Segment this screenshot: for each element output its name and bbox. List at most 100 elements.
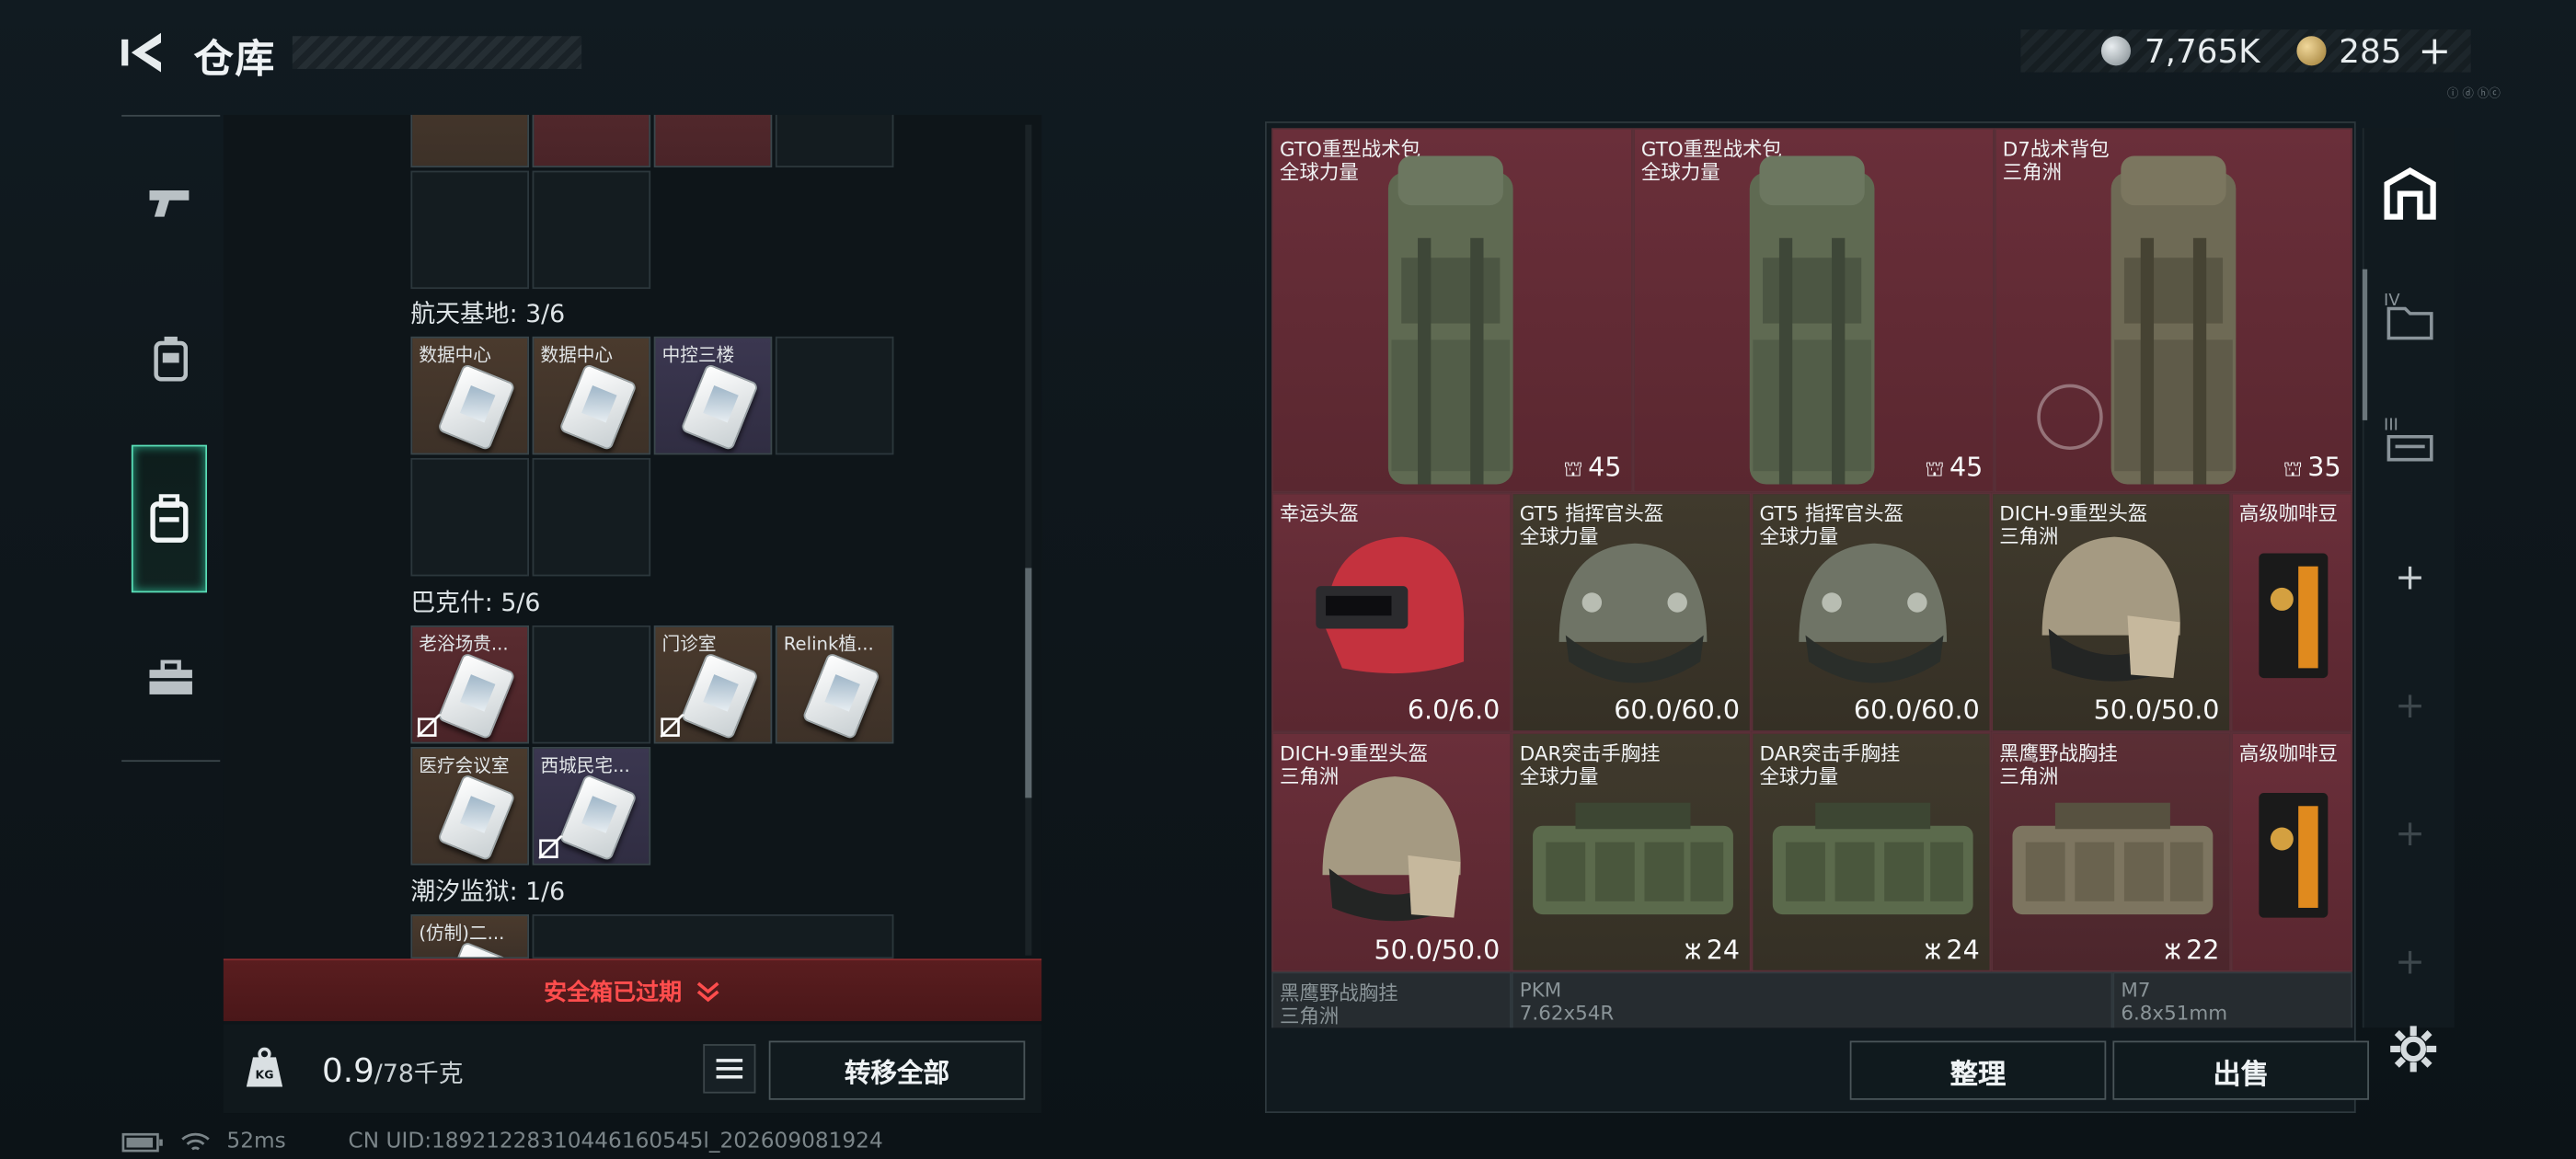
tab-roman-numeral: III bbox=[2384, 417, 2398, 435]
key-item[interactable] bbox=[532, 114, 651, 168]
silver-coin-icon bbox=[2101, 36, 2132, 66]
target-marker-icon bbox=[2037, 384, 2103, 451]
stash-item-helmet[interactable]: DICH-9重型头盔 三角洲 50.0/50.0 bbox=[1991, 492, 2231, 732]
coffee-bag-image bbox=[2259, 793, 2329, 918]
vest-icon: ⵣ bbox=[1685, 940, 1702, 966]
stash-item-helmet[interactable]: GT5 指挥官头盔 全球力量 60.0/60.0 bbox=[1751, 492, 1992, 732]
battery-icon bbox=[121, 1131, 163, 1152]
keycard-icon bbox=[680, 362, 759, 452]
section-title-prison: 潮汐监狱: 1/6 bbox=[410, 877, 566, 907]
key-item[interactable]: 数据中心 bbox=[410, 336, 529, 455]
toolbox-icon bbox=[149, 660, 192, 694]
key-item[interactable]: (仿制)二... bbox=[410, 914, 529, 959]
stash-item-helmet[interactable]: DICH-9重型头盔 三角洲 50.0/50.0 bbox=[1271, 731, 1512, 972]
chest-rig-image bbox=[2012, 802, 2214, 915]
wifi-icon bbox=[181, 1131, 210, 1150]
section-title-space-base: 航天基地: 3/6 bbox=[410, 298, 566, 328]
coffee-bag-image bbox=[2259, 553, 2329, 679]
empty-slot bbox=[775, 114, 894, 168]
vest-icon: ⵣ bbox=[1924, 940, 1942, 966]
tab-scroll-indicator bbox=[2362, 269, 2368, 420]
key-item[interactable]: 西城民宅... bbox=[532, 747, 651, 866]
empty-slot bbox=[410, 170, 529, 290]
weight-value: 0.9 bbox=[321, 1050, 374, 1091]
stash-item-weapon[interactable]: M7 6.8x51mm bbox=[2112, 971, 2353, 1028]
page-title: 仓库 bbox=[193, 36, 276, 83]
uid-text: CN UID:18921228310446160545l_20260908192… bbox=[348, 1129, 883, 1154]
weight-icon: KG bbox=[246, 1047, 283, 1087]
vest-icon: ⵣ bbox=[2164, 940, 2181, 966]
back-arrow-icon[interactable] bbox=[119, 27, 168, 79]
keycard-icon bbox=[801, 651, 881, 740]
gear-icon[interactable] bbox=[2386, 1021, 2442, 1077]
safe-box-expired-banner[interactable]: 安全箱已过期 bbox=[223, 958, 1042, 1022]
stash-item-chest-rig[interactable]: DAR突击手胸挂 全球力量 ⵣ 24 bbox=[1751, 731, 1992, 972]
chest-rig-image bbox=[1533, 802, 1733, 915]
helmet-image bbox=[1799, 543, 1948, 683]
stash-item-chest-rig[interactable]: 黑鹰野战胸挂 三角洲 ⵣ 22 bbox=[1991, 731, 2231, 972]
empty-slot bbox=[532, 457, 651, 577]
unlinked-icon bbox=[538, 835, 563, 859]
keycard-icon bbox=[558, 362, 638, 452]
key-item[interactable]: 医疗会议室 bbox=[410, 747, 529, 866]
stash-item-chest-rig[interactable]: DAR突击手胸挂 全球力量 ⵣ 24 bbox=[1511, 731, 1752, 972]
stash-item-helmet[interactable]: GT5 指挥官头盔 全球力量 60.0/60.0 bbox=[1511, 492, 1752, 732]
add-stash-tab[interactable]: + bbox=[2364, 532, 2456, 624]
key-item[interactable]: Relink植... bbox=[775, 625, 894, 744]
add-stash-tab-locked: + bbox=[2395, 813, 2426, 855]
chest-rig-image bbox=[1772, 802, 1973, 915]
pistol-icon bbox=[149, 190, 190, 217]
empty-slot bbox=[532, 914, 894, 959]
key-item[interactable]: 门诊室 bbox=[653, 625, 773, 744]
empty-slot bbox=[532, 625, 651, 744]
stash-item-coffee[interactable]: 高级咖啡豆 bbox=[2230, 492, 2353, 732]
key-item[interactable]: 中控三楼 bbox=[653, 336, 773, 455]
warehouse-icon bbox=[2384, 167, 2436, 220]
stash-tab-bar: IV III + + + + bbox=[2362, 128, 2456, 1028]
sell-button[interactable]: 出售 bbox=[2112, 1040, 2369, 1100]
weight-capacity: /78千克 bbox=[374, 1059, 464, 1089]
backpack-icon bbox=[150, 494, 189, 543]
add-currency-button[interactable]: + bbox=[2418, 28, 2451, 74]
stash-grid[interactable]: GTO重型战术包 全球力量 ⛫ 45 GTO重型战术包 全球力量 ⛫ 45 D7战术背包… bbox=[1271, 128, 2353, 1028]
empty-slot bbox=[532, 170, 651, 290]
key-item[interactable]: 老浴场贵... bbox=[410, 625, 529, 744]
helmet-image bbox=[2041, 536, 2180, 682]
sort-button[interactable]: 整理 bbox=[1849, 1040, 2107, 1100]
transfer-all-button[interactable]: 转移全部 bbox=[768, 1040, 1026, 1100]
keycard-icon bbox=[436, 362, 516, 452]
unlinked-icon bbox=[417, 714, 442, 738]
backpack-category-tab[interactable] bbox=[131, 444, 207, 593]
key-item[interactable]: 数据中心 bbox=[532, 336, 651, 455]
stash-tab-iv[interactable]: IV bbox=[2364, 276, 2456, 368]
stash-item-chest-rig[interactable]: 黑鹰野战胸挂 三角洲 bbox=[1271, 971, 1512, 1028]
gold-coin-icon bbox=[2295, 36, 2327, 66]
stash-item-weapon[interactable]: PKM 7.62x54R bbox=[1511, 971, 2113, 1028]
list-view-button[interactable] bbox=[703, 1044, 756, 1094]
title-decoration bbox=[292, 36, 582, 69]
stash-item-coffee[interactable]: 高级咖啡豆 bbox=[2230, 731, 2353, 972]
keycard-icon bbox=[558, 774, 638, 862]
stash-tab-iii[interactable]: III bbox=[2364, 400, 2456, 492]
armor-category-tab[interactable] bbox=[132, 320, 211, 399]
warehouse-screen: 仓库 7,765K 285 + ⓘ ⓓ ⓗⓒ 航天基地: 3/6 数据中心 数据… bbox=[0, 0, 2576, 1159]
stash-item-backpack[interactable]: GTO重型战术包 全球力量 ⛫ 45 bbox=[1271, 128, 1633, 493]
stash-tab-main[interactable] bbox=[2364, 148, 2456, 240]
silver-amount: 7,765K bbox=[2144, 30, 2260, 71]
scroll-thumb[interactable] bbox=[1025, 568, 1032, 798]
case-category-tab[interactable] bbox=[132, 638, 211, 717]
keycard-icon bbox=[436, 774, 516, 862]
weapon-category-tab[interactable] bbox=[132, 163, 211, 242]
backpack-image bbox=[1749, 155, 1875, 485]
stash-item-helmet[interactable]: 幸运头盔 6.0/6.0 bbox=[1271, 492, 1512, 732]
key-panel-scrollbar[interactable] bbox=[1025, 124, 1032, 956]
keycard-icon bbox=[680, 651, 759, 740]
stash-item-backpack[interactable]: GTO重型战术包 全球力量 ⛫ 45 bbox=[1632, 128, 1995, 493]
weight-readout: 0.9/78千克 bbox=[322, 1050, 464, 1090]
status-bar: 52ms CN UID:18921228310446160545l_202609… bbox=[121, 1130, 883, 1154]
chest-rig-icon bbox=[154, 336, 189, 382]
svg-text:KG: KG bbox=[256, 1068, 274, 1082]
key-item[interactable] bbox=[653, 114, 773, 168]
key-item[interactable] bbox=[410, 114, 529, 168]
gold-amount: 285 bbox=[2339, 30, 2402, 71]
